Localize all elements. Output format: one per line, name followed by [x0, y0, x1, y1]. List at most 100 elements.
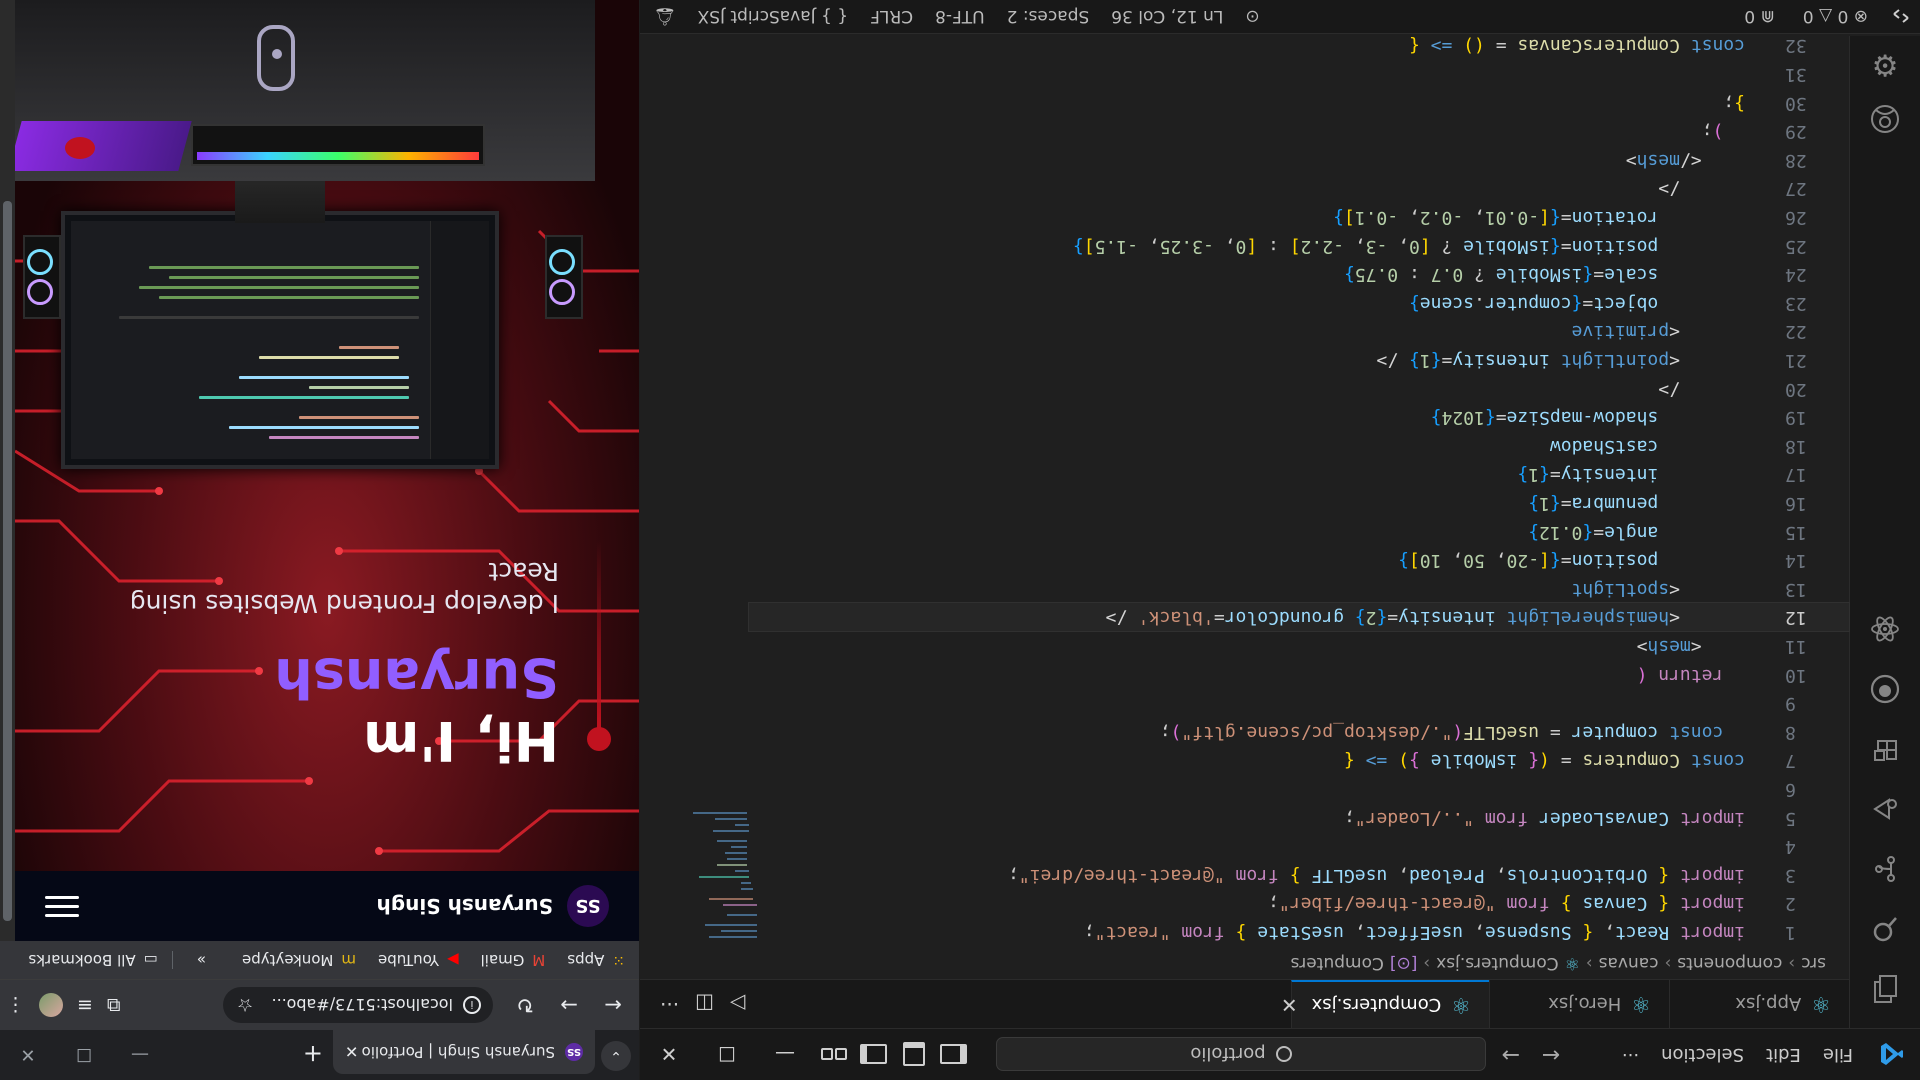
github-icon [1870, 674, 1900, 704]
line-ending[interactable]: CRLF [870, 6, 913, 26]
customize-layout-icon[interactable] [814, 1029, 854, 1080]
menu-more-button[interactable]: ··· [1611, 1044, 1650, 1065]
minimize-icon[interactable]: — [112, 1030, 168, 1080]
code-line-current: 12 <hemisphereLight intensity={2} ground… [748, 601, 1850, 633]
activity-extensions[interactable] [1850, 720, 1920, 778]
breadcrumb-components[interactable]: components [1677, 953, 1782, 973]
command-center-search[interactable]: portfolio [996, 1037, 1486, 1071]
scroll-indicator[interactable] [257, 25, 295, 91]
all-bookmarks[interactable]: ▭ All Bookmarks [28, 951, 173, 969]
bookmarks-bar: ⁙ Apps M Gmail ▶ YouTube m Monkeytype » ▭ All… [0, 941, 639, 980]
profile-avatar[interactable] [39, 993, 63, 1017]
browser-window-controls: — ☐ ✕ [0, 1030, 168, 1080]
minimize-icon[interactable]: — [756, 1029, 814, 1080]
browser-tab-active[interactable]: SS Suryansh Singh | Portfolio ✕ [333, 1030, 595, 1074]
code-line: 21 <pointLight intensity={1} /> [1376, 350, 1807, 371]
bookmark-youtube[interactable]: ▶ YouTube [378, 951, 459, 969]
forward-arrow-icon[interactable]: → [547, 993, 591, 1017]
maximize-icon[interactable]: ☐ [698, 1029, 756, 1080]
react-file-icon: ⚛ [1631, 991, 1651, 1017]
menu-edit[interactable]: Edit [1755, 1044, 1812, 1065]
back-arrow-icon[interactable]: ← [591, 993, 635, 1017]
forward-arrow-icon[interactable]: → [1491, 1042, 1531, 1067]
split-editor-icon[interactable]: ◫ [695, 992, 714, 1016]
cursor-position[interactable]: Ln 12, Col 36 [1111, 6, 1223, 26]
activity-settings[interactable]: ⚙ [1850, 36, 1920, 94]
react-icon [1870, 614, 1900, 644]
media-controls-icon[interactable]: ≡ [77, 994, 93, 1016]
toggle-panel-icon[interactable] [894, 1029, 934, 1080]
activity-react[interactable] [1850, 600, 1920, 658]
account-icon [1870, 104, 1900, 134]
search-text: portfolio [1190, 1043, 1266, 1065]
code-line: 14 position={[-20, 50, 10]} [1398, 550, 1807, 572]
activity-search[interactable] [1850, 900, 1920, 958]
code-line: 11 <mesh> [1636, 636, 1807, 657]
bookmark-gmail[interactable]: M Gmail [481, 951, 546, 969]
bookmarks-overflow[interactable]: » [197, 951, 206, 969]
maximize-icon[interactable]: ☐ [56, 1030, 112, 1080]
tab-hero-jsx[interactable]: ⚛ Hero.jsx [1489, 980, 1669, 1028]
close-tab-icon[interactable]: ✕ [1281, 993, 1298, 1017]
remote-indicator[interactable] [1882, 0, 1920, 33]
minimap[interactable] [693, 802, 757, 942]
code-editor[interactable]: 1 import React, { Suspense, useEffect, us… [640, 2, 1850, 948]
bookmark-star-icon[interactable]: ☆ [237, 995, 253, 1016]
toggle-secondary-sidebar-icon[interactable] [854, 1029, 894, 1080]
tab-computers-jsx[interactable]: ⚛ Computers.jsx ✕ [1281, 980, 1489, 1028]
bookmark-apps[interactable]: ⁙ Apps [567, 951, 625, 969]
activity-run-debug[interactable] [1850, 780, 1920, 838]
activity-source-control[interactable] [1850, 840, 1920, 898]
close-tab-icon[interactable]: ✕ [345, 1043, 358, 1062]
close-icon[interactable]: ✕ [640, 1029, 698, 1080]
reload-icon[interactable]: ↻ [503, 993, 547, 1017]
activity-github[interactable] [1850, 660, 1920, 718]
code-line: 22 <primitive [1571, 321, 1807, 343]
encoding[interactable]: UTF-8 [935, 6, 985, 26]
menu-file[interactable]: File [1812, 1044, 1864, 1065]
more-actions-icon[interactable]: ··· [660, 992, 679, 1016]
site-info-icon[interactable]: i [463, 996, 481, 1014]
toggle-primary-sidebar-icon[interactable] [934, 1029, 974, 1080]
indentation[interactable]: Spaces: 2 [1007, 6, 1090, 26]
new-tab-plus-icon[interactable]: + [303, 1040, 323, 1068]
vscode-logo-icon [1864, 1042, 1920, 1068]
site-name[interactable]: Suryansh Singh [377, 894, 553, 918]
code-line: 4 [1785, 836, 1796, 858]
code-line: 3 import { OrbitControls, Preload, useGLT… [1007, 864, 1796, 886]
react-file-icon: ⚛ [1564, 953, 1580, 973]
page-scrollbar[interactable] [0, 0, 15, 941]
extensions-puzzle-icon[interactable]: ⧉ [107, 994, 121, 1016]
browser-menu-icon[interactable]: ⋮ [6, 994, 25, 1016]
hamburger-menu-icon[interactable] [45, 890, 79, 917]
chevron-right-icon: › [1664, 953, 1672, 973]
close-icon[interactable]: ✕ [0, 1030, 56, 1080]
run-icon[interactable]: ▷ [730, 992, 745, 1016]
tab-search-chevron-icon[interactable]: ⌄ [601, 1041, 631, 1071]
language-mode[interactable]: { } JavaScript JSX [698, 6, 849, 26]
breadcrumb-canvas[interactable]: canvas [1599, 953, 1659, 973]
breadcrumb-file[interactable]: Computers.jsx [1436, 953, 1558, 973]
activity-explorer[interactable] [1850, 960, 1920, 1018]
bookmark-label: Gmail [480, 951, 525, 969]
breadcrumb-src[interactable]: src [1801, 953, 1826, 973]
code-line: 29 ); [1701, 121, 1807, 143]
editor-tabs: ⚛ App.jsx ⚛ Hero.jsx ⚛ Computers.jsx ✕ ▷… [640, 979, 1849, 1028]
site-logo[interactable]: SS [567, 885, 609, 927]
activity-accounts[interactable] [1850, 90, 1920, 148]
code-line: 32 const ComputersCanvas = () => { [1408, 35, 1807, 57]
breadcrumb-symbol[interactable]: Computers [1290, 953, 1383, 973]
menu-selection[interactable]: Selection [1650, 1044, 1755, 1065]
back-arrow-icon[interactable]: ← [1531, 1042, 1571, 1067]
page-viewport[interactable]: SS Suryansh Singh Hi, I'm Suryansh I dev… [15, 0, 639, 941]
3d-computer-scene[interactable] [15, 0, 595, 871]
address-bar[interactable]: i localhost:5173/#abo... ☆ [223, 987, 493, 1023]
problems-indicator[interactable]: ⊗ 0 △ 0 [1789, 6, 1882, 26]
copilot-icon[interactable]: ⊙ [1245, 6, 1259, 26]
titlebar-right: — ☐ ✕ [640, 1029, 974, 1080]
tab-app-jsx[interactable]: ⚛ App.jsx [1669, 980, 1849, 1028]
ports-indicator[interactable]: ⋒ 0 [1730, 6, 1788, 26]
notifications-bell-icon[interactable]: 🔔︎ [654, 6, 676, 26]
code-line: 13 <spotLight [1571, 578, 1807, 600]
bookmark-monkeytype[interactable]: m Monkeytype [242, 951, 356, 969]
